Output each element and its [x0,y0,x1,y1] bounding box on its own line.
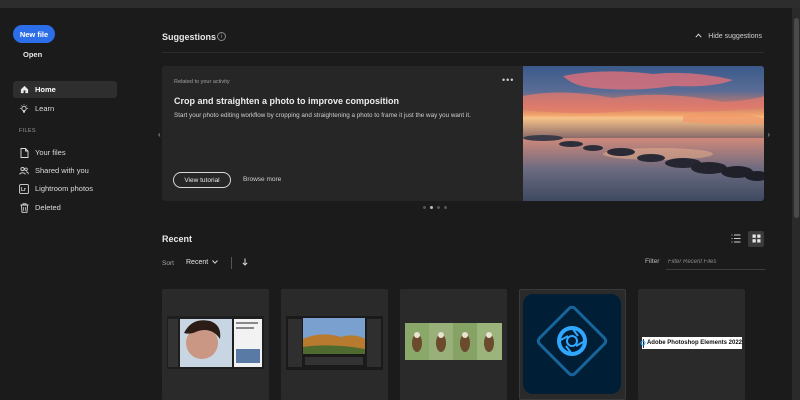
thumbnail-label-strip: Adobe Photoshop Elements 2022 [641,337,742,349]
photoshop-elements-app-icon [520,290,625,399]
sidebar-item-deleted[interactable]: Deleted [13,199,117,216]
chevron-down-icon [212,259,219,266]
hide-suggestions-label: Hide suggestions [708,33,762,40]
recent-file-thumbnail[interactable] [162,289,269,400]
sidebar-item-label: Lightroom photos [35,184,93,193]
bird-collage-image [400,289,507,400]
recent-file-thumbnail[interactable] [400,289,507,400]
sort-dropdown[interactable]: Recent [186,259,219,266]
carousel-pager [423,206,447,209]
card-title: Crop and straighten a photo to improve c… [174,96,400,106]
pager-dot[interactable] [430,206,433,209]
carousel-prev-button[interactable]: ‹ [158,130,161,139]
sidebar-item-shared-with-you[interactable]: Shared with you [13,162,117,179]
filter-input[interactable] [666,255,765,270]
recent-file-thumbnail[interactable] [519,289,626,400]
filter-label: Filter [645,258,660,265]
grid-view-button[interactable] [748,231,764,247]
pager-dot[interactable] [423,206,426,209]
sidebar-item-your-files[interactable]: Your files [13,144,117,161]
sidebar-item-lightroom-photos[interactable]: Lr Lightroom photos [13,180,117,197]
list-view-icon [731,230,741,248]
suggestion-card-text: Related to your activity ••• Crop and st… [162,66,523,201]
sort-direction-button[interactable] [242,258,248,268]
pager-dot[interactable] [444,206,447,209]
recent-title: Recent [162,234,193,244]
files-section-label: FILES [19,128,36,134]
sidebar-item-home[interactable]: Home [13,81,117,98]
sort-divider [231,257,232,269]
sunset-photo [523,66,764,201]
landscape-editor-image [281,289,388,400]
page-scrollbar[interactable] [792,8,800,400]
file-icon [19,147,29,158]
sidebar-item-label: Your files [35,148,66,157]
scrollbar-thumb[interactable] [794,18,799,218]
sidebar-item-label: Deleted [35,203,61,212]
recent-file-thumbnail[interactable] [281,289,388,400]
thumbnail-label: Adobe Photoshop Elements 2022 [646,340,742,346]
sidebar-item-label: Learn [35,104,55,113]
carousel-next-button[interactable]: › [767,130,770,139]
suggestions-title: Suggestions [162,32,217,42]
card-description: Start your photo editing workflow by cro… [174,112,471,119]
lightbulb-icon [19,103,29,114]
lightroom-icon: Lr [19,183,29,194]
photoshop-elements-icon [641,338,646,348]
section-divider [162,52,764,53]
open-button[interactable]: Open [23,50,42,59]
main-content: Suggestions i Hide suggestions Related t… [148,8,792,400]
sidebar-item-learn[interactable]: Learn [13,100,117,117]
info-icon[interactable]: i [217,32,226,41]
pager-dot[interactable] [437,206,440,209]
grid-view-icon [752,230,761,248]
arrow-down-icon [242,258,248,268]
sidebar-item-label: Home [35,85,56,94]
sort-dropdown-value: Recent [186,259,209,266]
editor-screenshot-image [162,289,269,400]
more-options-icon[interactable]: ••• [502,75,514,85]
home-icon [19,85,29,95]
svg-text:Lr: Lr [21,187,26,193]
recent-file-thumbnail[interactable]: Adobe Photoshop Elements 2022 [638,289,745,400]
chevron-up-icon [695,33,702,40]
trash-icon [19,202,29,213]
hide-suggestions-button[interactable]: Hide suggestions [695,33,762,40]
sort-label: Sort [162,260,174,267]
new-file-button[interactable]: New file [13,25,55,43]
browse-more-link[interactable]: Browse more [243,176,281,183]
window-top-bar [0,0,800,8]
card-kicker: Related to your activity [174,79,230,85]
people-icon [19,166,29,176]
list-view-button[interactable] [729,232,743,246]
sidebar-item-label: Shared with you [35,166,89,175]
suggestion-card[interactable]: Related to your activity ••• Crop and st… [162,66,764,201]
sidebar: New file Open Home Learn FILES Your file… [0,8,148,400]
view-tutorial-button[interactable]: View tutorial [173,172,231,188]
